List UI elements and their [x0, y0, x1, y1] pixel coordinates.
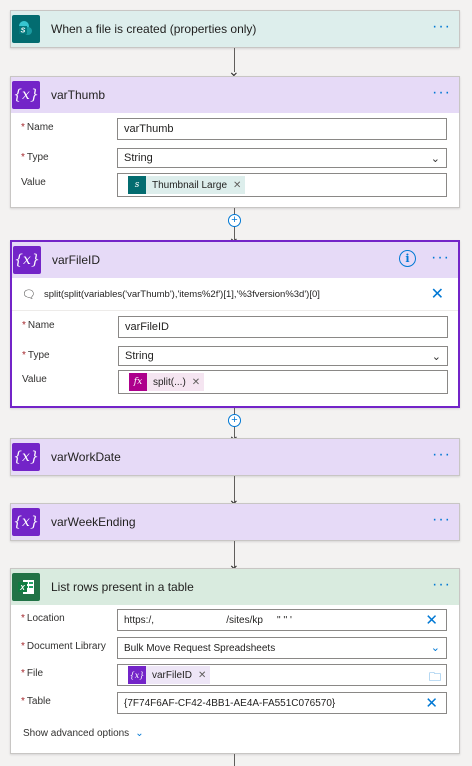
file-label: * File — [21, 668, 44, 679]
name-row: * Name varFileID — [12, 316, 458, 340]
value-input[interactable]: s Thumbnail Large ✕ — [117, 173, 447, 197]
location-label: * Location — [21, 613, 65, 624]
trigger-header[interactable]: S When a file is created (properties onl… — [11, 11, 459, 47]
varfileid-card: {x} varFileID i ··· 🗨 split(split(variab… — [10, 240, 460, 408]
type-row: * Type String ⌄ — [11, 148, 459, 172]
name-row: * Name varThumb — [11, 118, 459, 142]
clear-icon[interactable]: ✕ — [425, 694, 438, 712]
close-icon[interactable]: ✕ — [431, 284, 444, 304]
clear-icon[interactable]: ✕ — [425, 611, 438, 629]
name-label: * Name — [22, 320, 55, 331]
variable-icon: {x} — [12, 443, 40, 471]
type-value: String — [124, 152, 153, 164]
type-dropdown[interactable]: String ⌄ — [118, 346, 448, 366]
connector-line — [234, 754, 235, 766]
insert-step-icon[interactable]: + — [228, 214, 241, 227]
name-input[interactable]: varFileID — [118, 316, 448, 338]
chevron-down-icon: ⌄ — [135, 728, 144, 739]
varweekending-card[interactable]: {x} varWeekEnding ··· — [10, 503, 460, 541]
variable-token[interactable]: {x} varFileID ✕ — [128, 666, 211, 684]
type-label: * Type — [22, 350, 50, 361]
type-value: String — [125, 350, 154, 362]
name-input[interactable]: varThumb — [117, 118, 447, 140]
remove-token-icon[interactable]: ✕ — [198, 670, 206, 681]
more-options-icon[interactable]: ··· — [432, 447, 451, 463]
table-value: {7F74F6AF-CF42-4BB1-AE4A-FA551C076570} — [124, 697, 336, 709]
folder-icon[interactable]: 🗀 — [429, 668, 441, 689]
list-rows-title: List rows present in a table — [51, 580, 194, 594]
varthumb-card: {x} varThumb ··· * Name varThumb * Type St… — [10, 76, 460, 208]
token-label: Thumbnail Large — [152, 179, 228, 191]
varfileid-header[interactable]: {x} varFileID i ··· — [12, 242, 458, 278]
name-value: varFileID — [125, 321, 170, 333]
value-row: Value s Thumbnail Large ✕ — [11, 173, 459, 197]
more-options-icon[interactable]: ··· — [432, 577, 451, 593]
expression-bar: 🗨 split(split(variables('varThumb'),'ite… — [12, 279, 458, 311]
varworkdate-header[interactable]: {x} varWorkDate ··· — [11, 439, 459, 475]
list-rows-card: X List rows present in a table ··· * Loca… — [10, 568, 460, 754]
variable-icon: {x} — [13, 246, 41, 274]
library-row: * Document Library Bulk Move Request Spre… — [11, 637, 459, 661]
sharepoint-icon: S — [12, 15, 40, 43]
function-icon: fx — [129, 373, 147, 391]
value-label: Value — [22, 374, 47, 385]
variable-icon: {x} — [12, 81, 40, 109]
varthumb-header[interactable]: {x} varThumb ··· — [11, 77, 459, 113]
varweekending-title: varWeekEnding — [51, 515, 136, 529]
dynamic-content-token[interactable]: s Thumbnail Large ✕ — [128, 176, 246, 194]
chevron-down-icon: ⌄ — [430, 153, 440, 165]
varfileid-title: varFileID — [52, 253, 101, 267]
name-label: * Name — [21, 122, 54, 133]
list-rows-header[interactable]: X List rows present in a table ··· — [11, 569, 459, 605]
location-input[interactable]: https:/, /sites/kp '' '' ' ✕ — [117, 609, 447, 631]
trigger-card[interactable]: S When a file is created (properties onl… — [10, 10, 460, 48]
expression-text: split(split(variables('varThumb'),'items… — [43, 289, 320, 300]
file-input[interactable]: {x} varFileID ✕ 🗀 — [117, 664, 447, 686]
chevron-down-icon: ⌄ — [431, 351, 441, 363]
table-input[interactable]: {7F74F6AF-CF42-4BB1-AE4A-FA551C076570} ✕ — [117, 692, 447, 714]
remove-token-icon[interactable]: ✕ — [233, 180, 241, 191]
comment-icon: 🗨 — [22, 289, 36, 301]
file-row: * File {x} varFileID ✕ 🗀 — [11, 664, 459, 688]
location-value: https:/, /sites/kp '' '' ' — [124, 614, 292, 626]
advanced-label: Show advanced options — [23, 728, 130, 739]
sharepoint-icon: s — [128, 176, 146, 194]
library-dropdown[interactable]: Bulk Move Request Spreadsheets ⌄ — [117, 637, 447, 659]
more-options-icon[interactable]: ··· — [432, 85, 451, 101]
varworkdate-title: varWorkDate — [51, 450, 121, 464]
remove-token-icon[interactable]: ✕ — [192, 377, 200, 388]
token-label: varFileID — [152, 669, 193, 681]
varthumb-title: varThumb — [51, 88, 106, 102]
more-options-icon[interactable]: ··· — [432, 19, 451, 35]
library-label: * Document Library — [21, 641, 106, 652]
type-dropdown[interactable]: String ⌄ — [117, 148, 447, 168]
table-row: * Table {7F74F6AF-CF42-4BB1-AE4A-FA551C07… — [11, 692, 459, 716]
table-label: * Table — [21, 696, 51, 707]
value-row: Value fx split(...) ✕ — [12, 370, 458, 394]
excel-icon: X — [12, 573, 40, 601]
value-label: Value — [21, 177, 46, 188]
arrow-down-icon: ⌄ — [228, 63, 240, 79]
more-options-icon[interactable]: ··· — [432, 512, 451, 528]
variable-icon: {x} — [128, 666, 146, 684]
info-icon[interactable]: i — [399, 250, 416, 267]
token-label: split(...) — [153, 376, 186, 388]
more-options-icon[interactable]: ··· — [431, 250, 450, 266]
svg-text:S: S — [21, 28, 26, 35]
name-value: varThumb — [124, 123, 174, 135]
variable-icon: {x} — [12, 508, 40, 536]
type-label: * Type — [21, 152, 49, 163]
chevron-down-icon: ⌄ — [430, 642, 440, 654]
expression-token[interactable]: fx split(...) ✕ — [129, 373, 205, 391]
trigger-title: When a file is created (properties only) — [51, 22, 257, 36]
varweekending-header[interactable]: {x} varWeekEnding ··· — [11, 504, 459, 540]
value-input[interactable]: fx split(...) ✕ — [118, 370, 448, 394]
type-row: * Type String ⌄ — [12, 346, 458, 370]
insert-step-icon[interactable]: + — [228, 414, 241, 427]
varworkdate-card[interactable]: {x} varWorkDate ··· — [10, 438, 460, 476]
show-advanced-options[interactable]: Show advanced options ⌄ — [23, 728, 144, 739]
location-row: * Location https:/, /sites/kp '' '' ' ✕ — [11, 609, 459, 633]
library-value: Bulk Move Request Spreadsheets — [124, 642, 276, 654]
